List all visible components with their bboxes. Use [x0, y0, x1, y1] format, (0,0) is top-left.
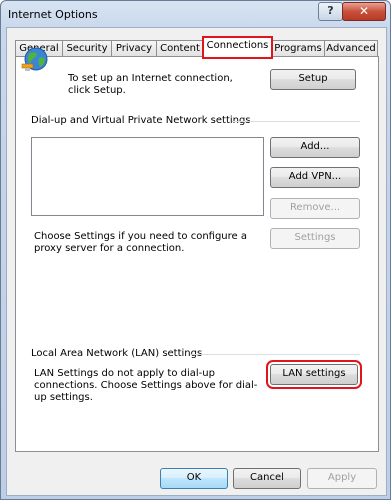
tab-programs[interactable]: Programs	[271, 40, 325, 57]
close-icon: ✕	[358, 4, 370, 18]
lan-group-label: Local Area Network (LAN) settings	[31, 348, 203, 359]
lan-description: LAN Settings do not apply to dial-up con…	[34, 368, 258, 403]
ok-button[interactable]: OK	[160, 468, 228, 489]
tab-security[interactable]: Security	[62, 40, 112, 57]
tab-advanced[interactable]: Advanced	[324, 40, 378, 57]
setup-description: To set up an Internet connection, click …	[68, 73, 233, 96]
dialog-client-area: General Security Privacy Content Connect…	[6, 27, 387, 496]
dialup-vpn-group-label: Dial-up and Virtual Private Network sett…	[31, 115, 251, 126]
tab-connections[interactable]: Connections	[202, 36, 273, 59]
tab-content[interactable]: Content	[156, 40, 204, 57]
dialup-group-divider	[232, 121, 360, 122]
connections-listbox[interactable]	[31, 137, 264, 216]
remove-button[interactable]: Remove...	[270, 198, 360, 219]
proxy-description: Choose Settings if you need to configure…	[34, 231, 247, 254]
add-vpn-button[interactable]: Add VPN...	[270, 167, 360, 188]
add-button[interactable]: Add...	[270, 137, 360, 158]
lan-settings-button[interactable]: LAN settings	[266, 360, 362, 389]
cancel-button[interactable]: Cancel	[233, 468, 301, 489]
apply-button[interactable]: Apply	[307, 468, 377, 489]
close-button[interactable]: ✕	[342, 2, 386, 21]
settings-button[interactable]: Settings	[270, 228, 360, 249]
tab-privacy[interactable]: Privacy	[111, 40, 157, 57]
setup-button[interactable]: Setup	[270, 69, 356, 90]
help-button[interactable]: ?	[318, 2, 343, 21]
help-icon: ?	[327, 4, 334, 17]
window-title: Internet Options	[8, 8, 98, 21]
globe-network-icon	[21, 47, 48, 71]
lan-group-divider	[190, 354, 360, 355]
